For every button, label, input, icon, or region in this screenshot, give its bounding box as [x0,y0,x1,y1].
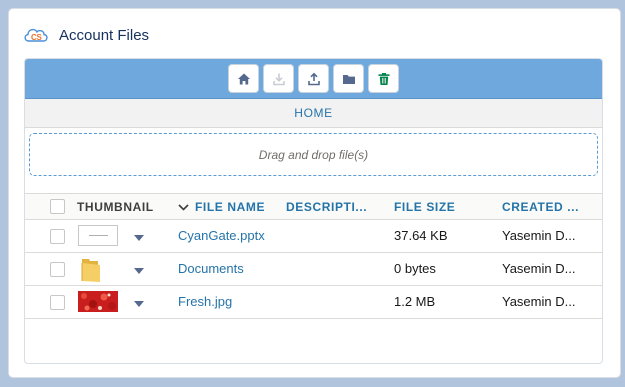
file-name-link[interactable]: CyanGate.pptx [178,228,278,243]
svg-text:S: S [37,33,43,42]
row-menu-caret-icon[interactable] [133,300,145,308]
table-row[interactable]: CyanGate.pptx 37.64 KB Yasemin D... [25,220,602,253]
slide-thumbnail [78,225,118,246]
files-panel: HOME Drag and drop file(s) THUMBNAIL FIL… [24,58,603,364]
file-created: Yasemin D... [502,261,576,276]
row-checkbox[interactable] [50,229,65,244]
column-created[interactable]: CREATED ... [502,194,597,220]
file-size: 0 bytes [394,261,436,276]
file-name-link[interactable]: Documents [178,261,278,276]
trash-icon [378,72,389,85]
download-button[interactable] [263,64,294,93]
delete-button[interactable] [368,64,399,93]
column-file-name[interactable]: FILE NAME [195,194,285,220]
upload-button[interactable] [298,64,329,93]
toolbar [25,59,602,99]
card-title: Account Files [59,26,150,44]
row-checkbox[interactable] [50,295,65,310]
folder-thumbnail [81,259,100,282]
download-icon [272,73,285,85]
home-button[interactable] [228,64,259,93]
row-checkbox[interactable] [50,262,65,277]
account-files-card: C S Account Files HOME Drag and drop fil… [8,8,621,378]
row-menu-caret-icon[interactable] [133,267,145,275]
home-icon [237,73,250,84]
file-size: 1.2 MB [394,294,436,309]
upload-icon [307,72,320,85]
dropzone-text: Drag and drop file(s) [258,147,369,162]
sort-descending-icon[interactable] [178,204,189,211]
file-name-link[interactable]: Fresh.jpg [178,294,278,309]
breadcrumb: HOME [25,99,602,128]
new-folder-button[interactable] [333,64,364,93]
card-header: C S Account Files [23,23,149,47]
cs-cloud-logo-icon: C S [24,28,48,42]
select-all-checkbox[interactable] [50,199,65,214]
file-size: 37.64 KB [394,228,448,243]
file-dropzone[interactable]: Drag and drop file(s) [29,133,598,176]
breadcrumb-home[interactable]: HOME [294,106,332,120]
column-thumbnail: THUMBNAIL [77,200,154,214]
column-file-size[interactable]: FILE SIZE [394,194,489,220]
column-description[interactable]: DESCRIPTI... [286,194,381,220]
table-header: THUMBNAIL FILE NAME DESCRIPTI... FILE SI… [25,193,602,220]
folder-icon [342,74,355,84]
table-row[interactable]: Fresh.jpg 1.2 MB Yasemin D... [25,286,602,319]
file-created: Yasemin D... [502,294,576,309]
row-menu-caret-icon[interactable] [133,234,145,242]
file-created: Yasemin D... [502,228,576,243]
table-row[interactable]: Documents 0 bytes Yasemin D... [25,253,602,286]
image-thumbnail [78,291,118,312]
